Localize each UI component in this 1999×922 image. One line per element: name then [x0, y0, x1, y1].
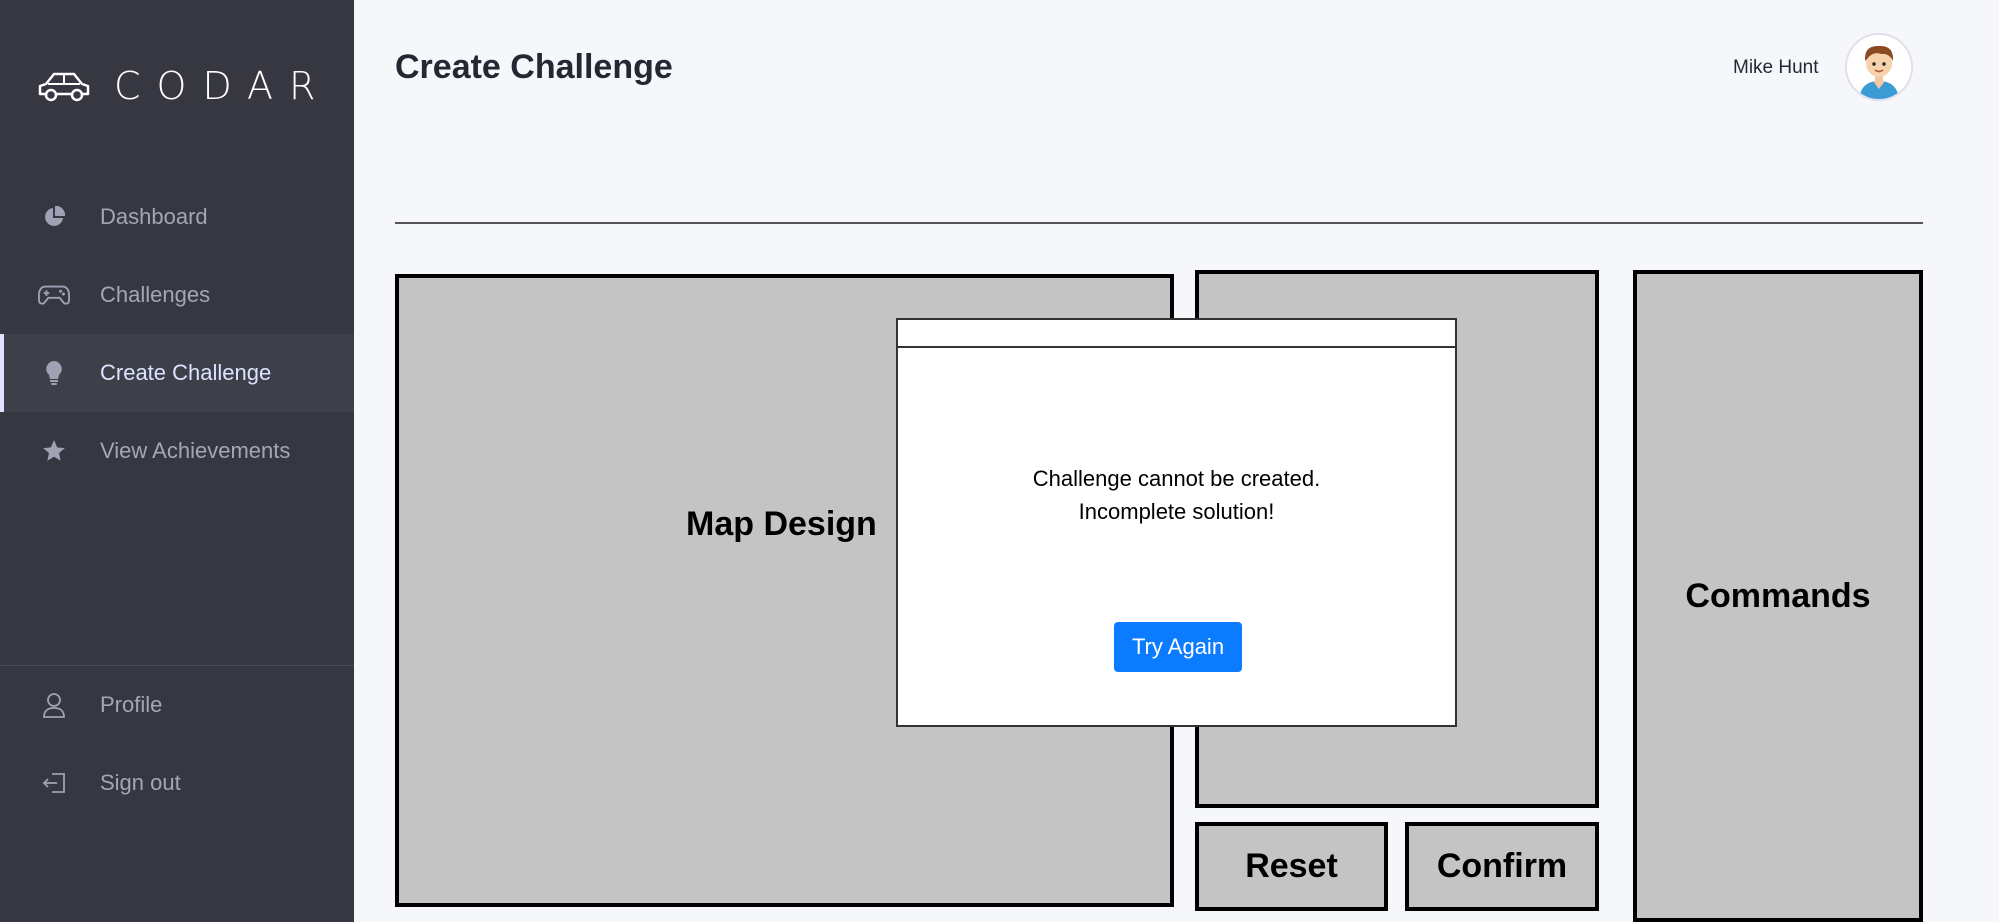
dialog-title-bar: [898, 320, 1455, 348]
sidebar-item-challenges[interactable]: Challenges: [0, 256, 354, 334]
reset-button[interactable]: Reset: [1195, 822, 1388, 911]
lightbulb-icon: [38, 357, 70, 389]
user-name: Mike Hunt: [1733, 57, 1819, 78]
sidebar-item-view-achievements[interactable]: View Achievements: [0, 412, 354, 490]
dialog-message-line2: Incomplete solution!: [1078, 499, 1275, 524]
sidebar-item-profile[interactable]: Profile: [0, 666, 354, 744]
avatar-illustration: [1847, 35, 1911, 99]
logo[interactable]: CODAR: [36, 62, 331, 110]
car-icon: [38, 72, 90, 102]
avatar[interactable]: [1845, 33, 1913, 101]
map-design-label: Map Design: [686, 505, 877, 543]
sign-out-icon: [38, 767, 70, 799]
page-title: Create Challenge: [395, 48, 673, 86]
commands-label: Commands: [1685, 576, 1871, 615]
sidebar-item-label: Profile: [100, 692, 163, 717]
try-again-button[interactable]: Try Again: [1114, 622, 1242, 672]
sidebar-item-label: View Achievements: [100, 438, 291, 463]
user-icon: [38, 689, 70, 721]
commands-panel[interactable]: Commands: [1633, 270, 1923, 922]
dialog-message-line1: Challenge cannot be created.: [1032, 466, 1321, 491]
sidebar-item-sign-out[interactable]: Sign out: [0, 744, 354, 822]
confirm-button[interactable]: Confirm: [1405, 822, 1599, 911]
sidebar-item-label: Sign out: [100, 770, 181, 795]
star-icon: [38, 435, 70, 467]
gamepad-icon: [38, 279, 70, 311]
sidebar-item-label: Create Challenge: [100, 360, 272, 385]
header-divider: [395, 222, 1923, 224]
sidebar: CODAR Dashboard Challenges Create Challe…: [0, 0, 354, 922]
sidebar-item-dashboard[interactable]: Dashboard: [0, 178, 354, 256]
reset-label: Reset: [1245, 847, 1338, 885]
confirm-label: Confirm: [1436, 847, 1568, 885]
sidebar-item-label: Dashboard: [100, 204, 208, 229]
error-dialog: Challenge cannot be created. Incomplete …: [896, 318, 1457, 727]
sidebar-item-label: Challenges: [100, 282, 211, 307]
sidebar-item-create-challenge[interactable]: Create Challenge: [0, 334, 354, 412]
logo-text: CODAR: [114, 64, 332, 108]
pie-chart-icon: [38, 201, 70, 233]
